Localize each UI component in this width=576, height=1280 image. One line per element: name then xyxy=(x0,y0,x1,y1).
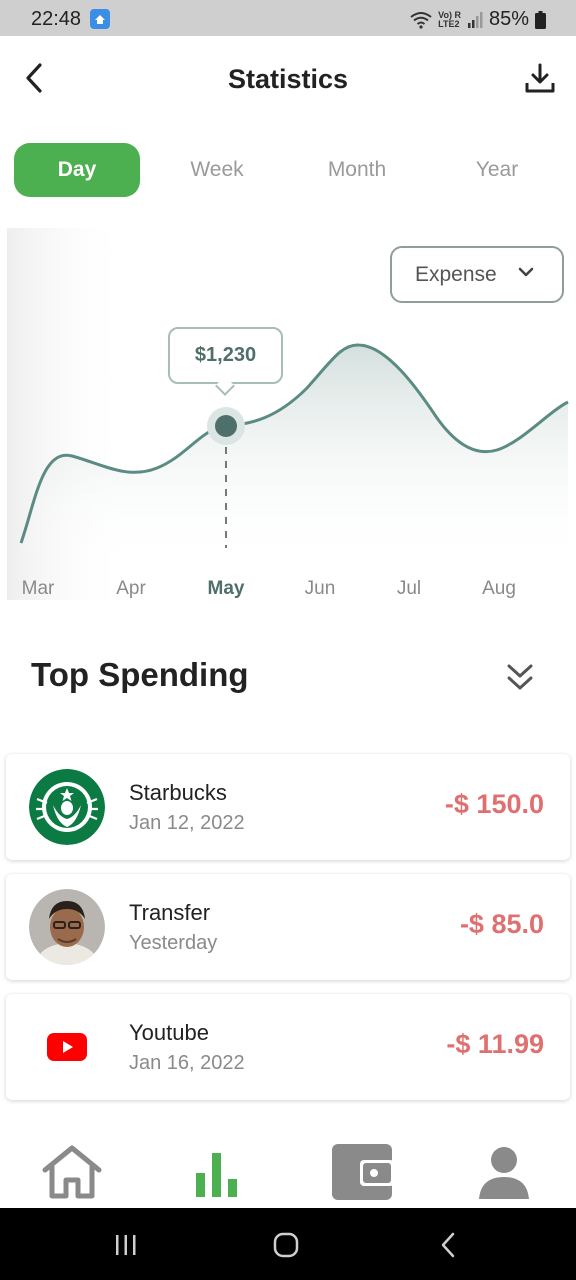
download-button[interactable] xyxy=(522,60,558,96)
download-icon xyxy=(525,63,555,93)
month-label-may[interactable]: May xyxy=(196,578,256,600)
page-title: Statistics xyxy=(227,64,349,94)
spending-item-starbucks[interactable]: Starbucks Jan 12, 2022 -$ 150.0 xyxy=(6,754,570,860)
starbucks-logo xyxy=(29,769,105,845)
transaction-amount: -$ 11.99 xyxy=(446,1029,544,1059)
recent-apps-button[interactable] xyxy=(106,1230,146,1260)
transaction-date: Jan 16, 2022 xyxy=(129,1052,245,1074)
period-tabs: Day Week Month Year xyxy=(14,143,562,197)
notification-app-icon xyxy=(90,9,110,29)
recent-apps-icon xyxy=(116,1235,136,1255)
transaction-date: Jan 12, 2022 xyxy=(129,812,245,834)
dropdown-label: Expense xyxy=(415,262,497,286)
person-icon xyxy=(479,1147,529,1199)
youtube-logo xyxy=(29,1009,105,1085)
section-title-top-spending: Top Spending xyxy=(31,656,249,693)
home-system-button[interactable] xyxy=(266,1230,306,1260)
spending-item-transfer[interactable]: Transfer Yesterday -$ 85.0 xyxy=(6,874,570,980)
bottom-navigation xyxy=(0,1128,576,1208)
tab-week[interactable]: Week xyxy=(154,143,280,197)
transaction-date: Yesterday xyxy=(129,932,218,954)
network-bottom-label: LTE2 xyxy=(438,18,460,29)
home-icon xyxy=(42,1145,102,1199)
signal-icon xyxy=(467,11,483,28)
battery-icon xyxy=(535,10,546,29)
expand-button[interactable] xyxy=(502,660,538,696)
spending-item-youtube[interactable]: Youtube Jan 16, 2022 -$ 11.99 xyxy=(6,994,570,1100)
tab-day[interactable]: Day xyxy=(14,143,140,197)
status-time: 22:48 xyxy=(31,8,82,30)
transaction-amount: -$ 150.0 xyxy=(444,789,544,819)
status-bar: 22:48 Vo) R LTE2 85% xyxy=(0,0,576,36)
month-label-aug[interactable]: Aug xyxy=(469,578,529,600)
month-label-mar[interactable]: Mar xyxy=(8,578,68,600)
merchant-name: Starbucks xyxy=(129,780,227,805)
selected-point[interactable] xyxy=(215,415,237,437)
month-label-jul[interactable]: Jul xyxy=(379,578,439,600)
tab-year[interactable]: Year xyxy=(434,143,560,197)
double-chevron-down-icon xyxy=(507,664,533,690)
home-circle-icon xyxy=(273,1232,299,1258)
transaction-amount: -$ 85.0 xyxy=(459,909,544,939)
battery-percent: 85% xyxy=(488,8,529,30)
merchant-name: Transfer xyxy=(129,900,211,925)
value-tooltip: $1,230 xyxy=(168,327,283,384)
chevron-down-icon xyxy=(518,267,534,277)
tab-month[interactable]: Month xyxy=(294,143,420,197)
nav-statistics[interactable] xyxy=(184,1142,248,1202)
expense-dropdown[interactable]: Expense xyxy=(390,246,564,303)
app-header: Statistics xyxy=(0,36,576,126)
wifi-icon xyxy=(410,11,432,29)
merchant-name: Youtube xyxy=(129,1020,209,1045)
nav-home[interactable] xyxy=(40,1142,104,1202)
wallet-icon xyxy=(332,1144,392,1200)
system-navigation-bar xyxy=(0,1208,576,1280)
bar-chart-icon xyxy=(196,1153,237,1197)
nav-wallet[interactable] xyxy=(330,1142,394,1202)
network-type: Vo) R LTE2 xyxy=(438,10,461,29)
nav-profile[interactable] xyxy=(472,1142,536,1202)
back-arrow-icon xyxy=(441,1232,455,1258)
user-avatar xyxy=(29,889,105,965)
status-indicators: Vo) R LTE2 85% xyxy=(410,8,546,31)
month-label-jun[interactable]: Jun xyxy=(290,578,350,600)
back-system-button[interactable] xyxy=(428,1230,468,1260)
spending-chart: $1,230 Expense Mar Apr May Jun Jul Aug xyxy=(7,228,576,600)
month-label-apr[interactable]: Apr xyxy=(101,578,161,600)
